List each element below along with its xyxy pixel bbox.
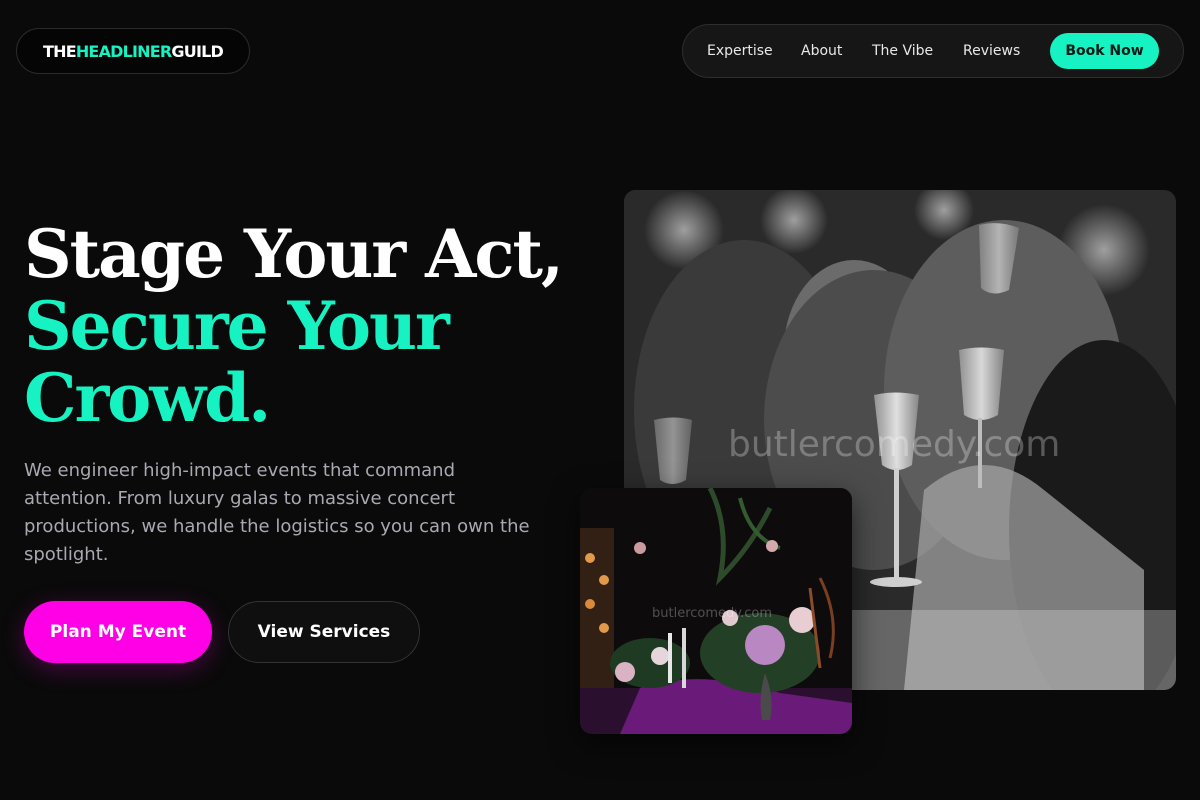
hero-headline-line3: Crowd. bbox=[24, 359, 271, 437]
book-now-button[interactable]: Book Now bbox=[1050, 33, 1159, 69]
nav-link-about[interactable]: About bbox=[801, 43, 842, 59]
brand-logo-part2: HEADLINER bbox=[75, 41, 172, 61]
view-services-button[interactable]: View Services bbox=[228, 601, 420, 663]
brand-logo[interactable]: THE HEADLINER GUILD bbox=[16, 28, 250, 74]
photo-watermark: butlercomedy.com bbox=[728, 424, 1061, 465]
hero-headline: Stage Your Act, Secure Your Crowd. bbox=[24, 218, 584, 434]
hero-description: We engineer high-impact events that comm… bbox=[24, 460, 530, 565]
page: THE HEADLINER GUILD Expertise About The … bbox=[0, 0, 1200, 800]
nav-link-the-vibe[interactable]: The Vibe bbox=[872, 43, 933, 59]
nav-link-reviews[interactable]: Reviews bbox=[963, 43, 1020, 59]
plan-my-event-button[interactable]: Plan My Event bbox=[24, 601, 212, 663]
brand-logo-part3: GUILD bbox=[171, 41, 223, 61]
hero-headline-line2: Secure Your bbox=[24, 287, 450, 365]
hero-headline-line1: Stage Your Act, bbox=[24, 215, 564, 293]
brand-logo-part1: THE bbox=[43, 41, 77, 61]
main-nav: Expertise About The Vibe Reviews Book No… bbox=[682, 24, 1184, 78]
photo-watermark-small: butlercomedy.com bbox=[652, 606, 773, 621]
hero-photo-florals: butlercomedy.com bbox=[580, 488, 852, 734]
nav-link-expertise[interactable]: Expertise bbox=[707, 43, 773, 59]
